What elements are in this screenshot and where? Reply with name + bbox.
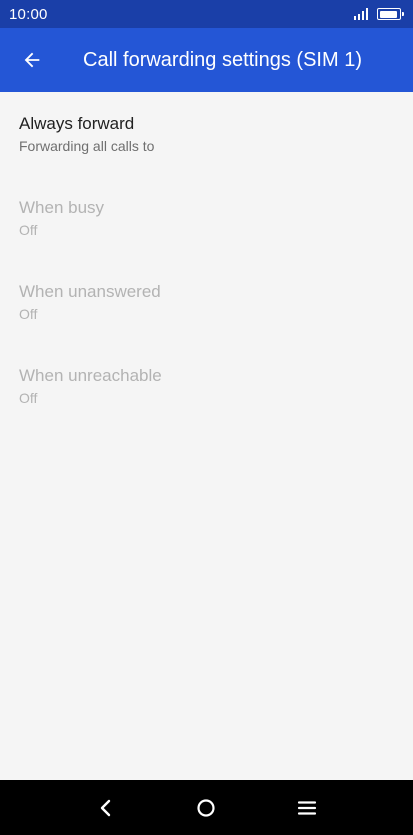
setting-summary: Off <box>19 306 38 322</box>
setting-title: When unanswered <box>19 282 161 301</box>
navigation-bar <box>0 780 413 835</box>
status-bar: 10:00 <box>0 0 413 28</box>
setting-always-forward[interactable]: Always forward Forwarding all calls to <box>0 92 413 176</box>
status-time: 10:00 <box>9 5 48 23</box>
setting-title: Always forward <box>19 114 135 133</box>
battery-level <box>379 10 397 18</box>
battery-icon <box>377 8 404 20</box>
setting-when-unanswered[interactable]: When unanswered Off <box>0 260 413 344</box>
setting-summary: Off <box>19 390 38 406</box>
setting-summary: Off <box>19 222 38 238</box>
setting-summary: Forwarding all calls to <box>19 138 155 154</box>
back-button[interactable] <box>0 28 64 92</box>
app-bar: Call forwarding settings (SIM 1) <box>0 28 413 92</box>
home-icon <box>197 798 216 817</box>
settings-list: Always forward Forwarding all calls to W… <box>0 92 413 428</box>
signal-icon <box>354 8 368 20</box>
setting-when-busy[interactable]: When busy Off <box>0 176 413 260</box>
setting-when-unreachable[interactable]: When unreachable Off <box>0 344 413 428</box>
setting-title: When unreachable <box>19 366 162 385</box>
back-icon <box>100 799 111 816</box>
setting-title: When busy <box>19 198 105 217</box>
nav-back-button[interactable] <box>84 786 128 830</box>
nav-menu-button[interactable] <box>285 786 329 830</box>
arrow-back-icon <box>24 52 40 68</box>
nav-home-button[interactable] <box>184 786 228 830</box>
status-icons <box>354 8 404 20</box>
menu-icon <box>297 800 316 815</box>
page-title: Call forwarding settings (SIM 1) <box>83 48 362 71</box>
